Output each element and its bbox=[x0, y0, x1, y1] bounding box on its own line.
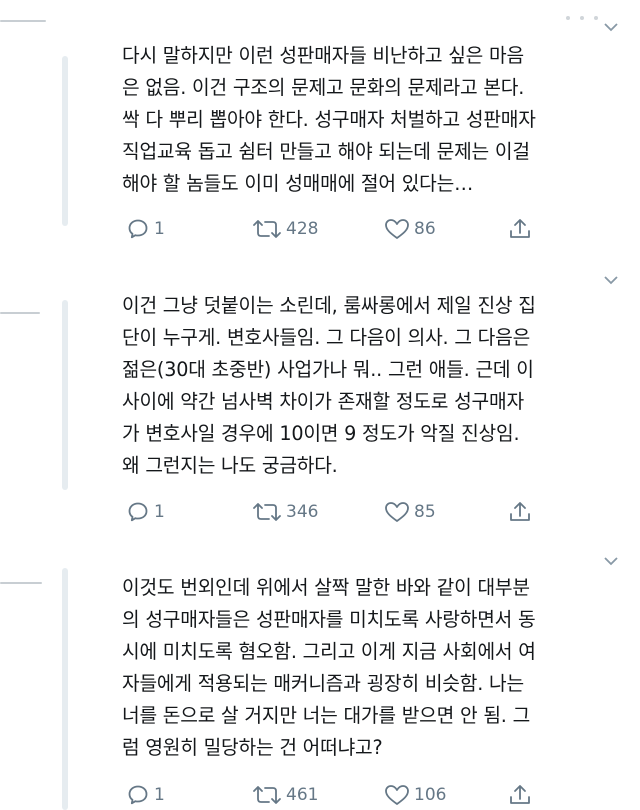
reply-count: 1 bbox=[154, 219, 165, 239]
share-icon bbox=[510, 785, 530, 804]
like-button[interactable]: 106 bbox=[384, 781, 446, 809]
share-button[interactable] bbox=[508, 215, 532, 243]
retweet-button[interactable]: 346 bbox=[252, 498, 318, 526]
tweet[interactable]: 다시 말하지만 이런 성판매자들 비난하고 싶은 마음 은 없음. 이건 구조의… bbox=[122, 40, 622, 200]
tweet[interactable]: 이건 그냥 덧붙이는 소린데, 룸싸롱에서 제일 진상 집 단이 누구게. 변호… bbox=[122, 290, 622, 482]
thread-line bbox=[62, 56, 68, 226]
retweet-button[interactable]: 461 bbox=[252, 781, 318, 809]
like-count: 86 bbox=[414, 219, 436, 239]
tweet-text: 이건 그냥 덧붙이는 소린데, 룸싸롱에서 제일 진상 집 단이 누구게. 변호… bbox=[122, 294, 536, 477]
tweet-actions: 1 346 85 bbox=[126, 498, 546, 526]
reply-icon bbox=[128, 219, 148, 239]
share-icon bbox=[510, 502, 530, 521]
tweet-text: 다시 말하지만 이런 성판매자들 비난하고 싶은 마음 은 없음. 이건 구조의… bbox=[122, 44, 536, 195]
heart-icon bbox=[385, 502, 409, 522]
reply-button[interactable]: 1 bbox=[126, 498, 165, 526]
reply-count: 1 bbox=[154, 502, 165, 522]
handle-fragment bbox=[0, 312, 40, 314]
retweet-count: 346 bbox=[286, 502, 319, 522]
share-button[interactable] bbox=[508, 498, 532, 526]
tweet[interactable]: 이것도 번외인데 위에서 살짝 말한 바와 같이 대부분 의 성구매자들은 성판… bbox=[122, 572, 622, 764]
thread-line bbox=[62, 568, 68, 810]
like-button[interactable]: 85 bbox=[384, 498, 436, 526]
reply-button[interactable]: 1 bbox=[126, 215, 165, 243]
reply-icon bbox=[128, 785, 148, 805]
reply-button[interactable]: 1 bbox=[126, 781, 165, 809]
retweet-count: 428 bbox=[286, 219, 319, 239]
share-button[interactable] bbox=[508, 781, 532, 809]
like-count: 85 bbox=[414, 502, 436, 522]
heart-icon bbox=[385, 219, 409, 239]
handle-fragment bbox=[0, 20, 46, 22]
like-button[interactable]: 86 bbox=[384, 215, 436, 243]
reply-icon bbox=[128, 502, 148, 522]
chevron-down-icon[interactable] bbox=[604, 556, 618, 566]
share-icon bbox=[510, 219, 530, 238]
like-count: 106 bbox=[414, 785, 447, 805]
chevron-down-icon[interactable] bbox=[604, 22, 618, 32]
thread-line bbox=[62, 300, 68, 490]
tweet-actions: 1 461 106 bbox=[126, 781, 546, 809]
retweet-icon bbox=[253, 220, 281, 238]
faint-dots-icon bbox=[566, 16, 598, 20]
tweet-actions: 1 428 86 bbox=[126, 215, 546, 243]
retweet-icon bbox=[253, 503, 281, 521]
retweet-icon bbox=[253, 786, 281, 804]
heart-icon bbox=[385, 785, 409, 805]
retweet-button[interactable]: 428 bbox=[252, 215, 318, 243]
handle-fragment bbox=[0, 582, 42, 584]
retweet-count: 461 bbox=[286, 785, 319, 805]
tweet-text: 이것도 번외인데 위에서 살짝 말한 바와 같이 대부분 의 성구매자들은 성판… bbox=[122, 576, 536, 759]
chevron-down-icon[interactable] bbox=[604, 275, 618, 285]
reply-count: 1 bbox=[154, 785, 165, 805]
